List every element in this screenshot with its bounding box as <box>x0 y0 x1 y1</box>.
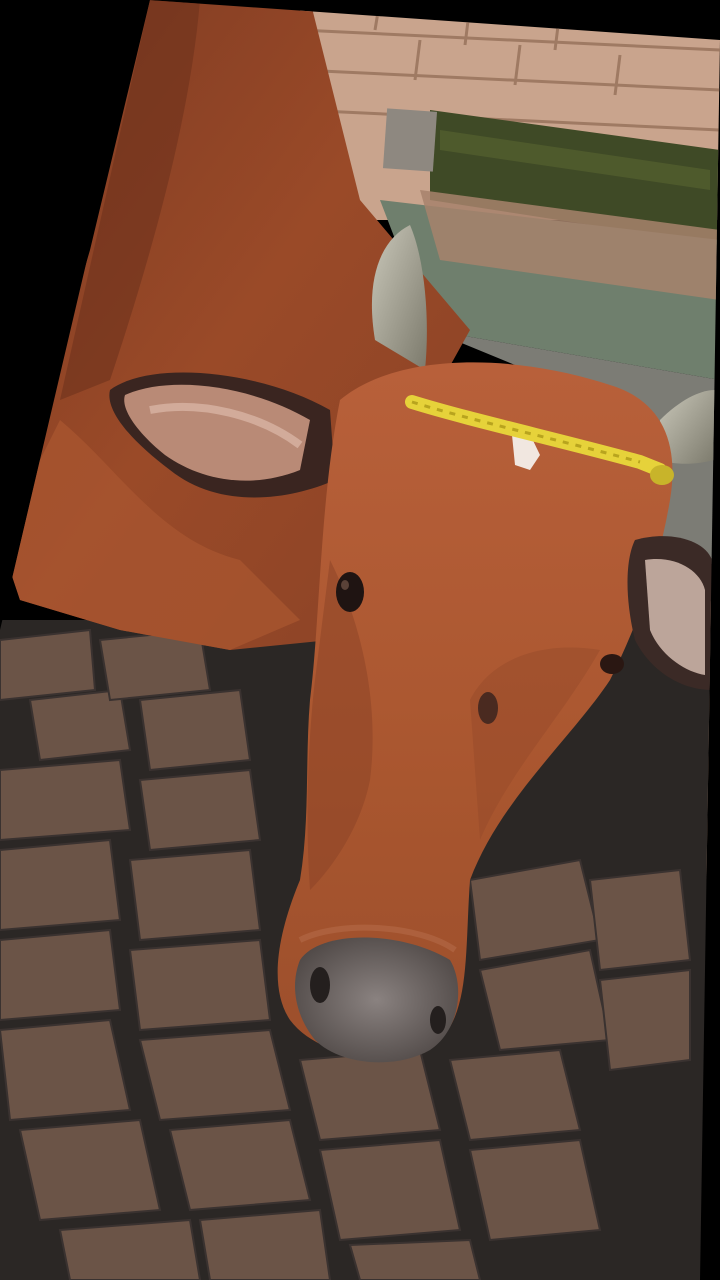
left-nostril <box>310 967 330 1003</box>
photo-frame <box>0 0 720 1280</box>
cow-photo <box>0 0 720 1280</box>
left-eye <box>336 572 364 612</box>
right-nostril <box>430 1006 446 1034</box>
face-spot <box>478 692 498 724</box>
right-eye <box>600 654 624 674</box>
stone-block <box>382 108 438 172</box>
